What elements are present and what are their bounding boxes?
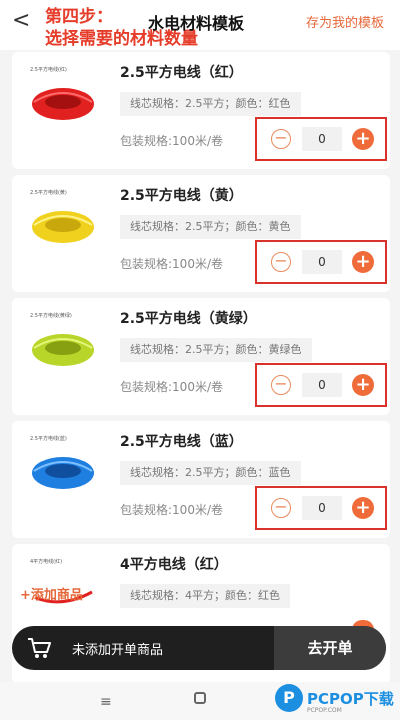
wire-coil-icon [32,88,94,120]
product-image-tag: 2.5平方电线(蓝) [30,436,67,442]
home-icon[interactable] [194,692,206,704]
logo-text: PCPOP下载 [307,690,394,708]
menu-icon[interactable]: ≡ [100,694,112,710]
save-template-button[interactable]: 存为我的模板 [306,12,384,31]
cart-status-text: 未添加开单商品 [72,643,164,658]
product-pack: 包装规格:100米/卷 [120,134,223,148]
product-image-tag: 4平方电线(红) [30,559,63,565]
product-image-tag: 2.5平方电线(黄绿) [30,313,72,319]
product-pack: 包装规格:100米/卷 [120,257,223,271]
bottom-cart-bar: 未添加开单商品 去开单 [12,626,386,670]
add-product-button[interactable]: +添加商品 [20,584,83,603]
product-card[interactable]: 2.5平方电线(蓝) 2.5平方电线（蓝） 线芯规格：2.5平方；颜色：蓝色 包… [12,421,390,538]
back-icon[interactable]: < [12,8,30,33]
product-card[interactable]: 2.5平方电线(黄) 2.5平方电线（黄） 线芯规格：2.5平方；颜色：黄色 包… [12,175,390,292]
product-card[interactable]: 2.5平方电线(红) 2.5平方电线（红） 线芯规格：2.5平方；颜色：红色 包… [12,52,390,169]
product-image-tag: 2.5平方电线(红) [30,67,67,73]
quantity-input[interactable]: 0 [302,496,342,520]
quantity-input[interactable]: 0 [302,373,342,397]
product-name: 2.5平方电线（黄绿） [120,311,257,327]
product-pack: 包装规格:100米/卷 [120,503,223,517]
product-spec: 线芯规格：2.5平方；颜色：黄色 [120,215,301,239]
page-title: 水电材料模板 [148,14,245,33]
product-card[interactable]: 2.5平方电线(黄绿) 2.5平方电线（黄绿） 线芯规格：2.5平方；颜色：黄绿… [12,298,390,415]
product-name: 2.5平方电线（黄） [120,188,243,204]
product-pack: 包装规格:100米/卷 [120,380,223,394]
increase-button[interactable]: + [352,128,374,150]
wire-coil-icon [32,334,94,366]
product-image: 2.5平方电线(红) [26,64,104,142]
product-image: 2.5平方电线(蓝) [26,433,104,511]
quantity-stepper: − 0 + [255,363,387,407]
product-image: 2.5平方电线(黄) [26,187,104,265]
product-spec: 线芯规格：2.5平方；颜色：黄绿色 [120,338,312,362]
product-name: 4平方电线（红） [120,557,228,573]
increase-button[interactable]: + [352,374,374,396]
increase-button[interactable]: + [352,497,374,519]
product-image: 2.5平方电线(黄绿) [26,310,104,388]
quantity-stepper: − 0 + [255,117,387,161]
watermark-logo: P PCPOP下载 PCPOP.COM [275,684,400,718]
quantity-input[interactable]: 0 [302,250,342,274]
logo-icon: P [275,684,303,712]
wire-coil-icon [32,457,94,489]
logo-subtext: PCPOP.COM [307,707,342,714]
product-spec: 线芯规格：2.5平方；颜色：红色 [120,92,301,116]
decrease-button[interactable]: − [271,129,291,149]
increase-button[interactable]: + [352,251,374,273]
product-name: 2.5平方电线（蓝） [120,434,243,450]
quantity-stepper: − 0 + [255,240,387,284]
header: < 第四步： 选择需要的材料数量 水电材料模板 存为我的模板 [0,0,400,50]
wire-coil-icon [32,211,94,243]
product-name: 2.5平方电线（红） [120,65,243,81]
decrease-button[interactable]: − [271,498,291,518]
decrease-button[interactable]: − [271,375,291,395]
product-spec: 线芯规格：4平方；颜色：红色 [120,584,290,608]
cart-icon[interactable] [26,636,52,660]
product-spec: 线芯规格：2.5平方；颜色：蓝色 [120,461,301,485]
decrease-button[interactable]: − [271,252,291,272]
quantity-input[interactable]: 0 [302,127,342,151]
checkout-button[interactable]: 去开单 [274,626,386,670]
product-image-tag: 2.5平方电线(黄) [30,190,67,196]
quantity-stepper: − 0 + [255,486,387,530]
